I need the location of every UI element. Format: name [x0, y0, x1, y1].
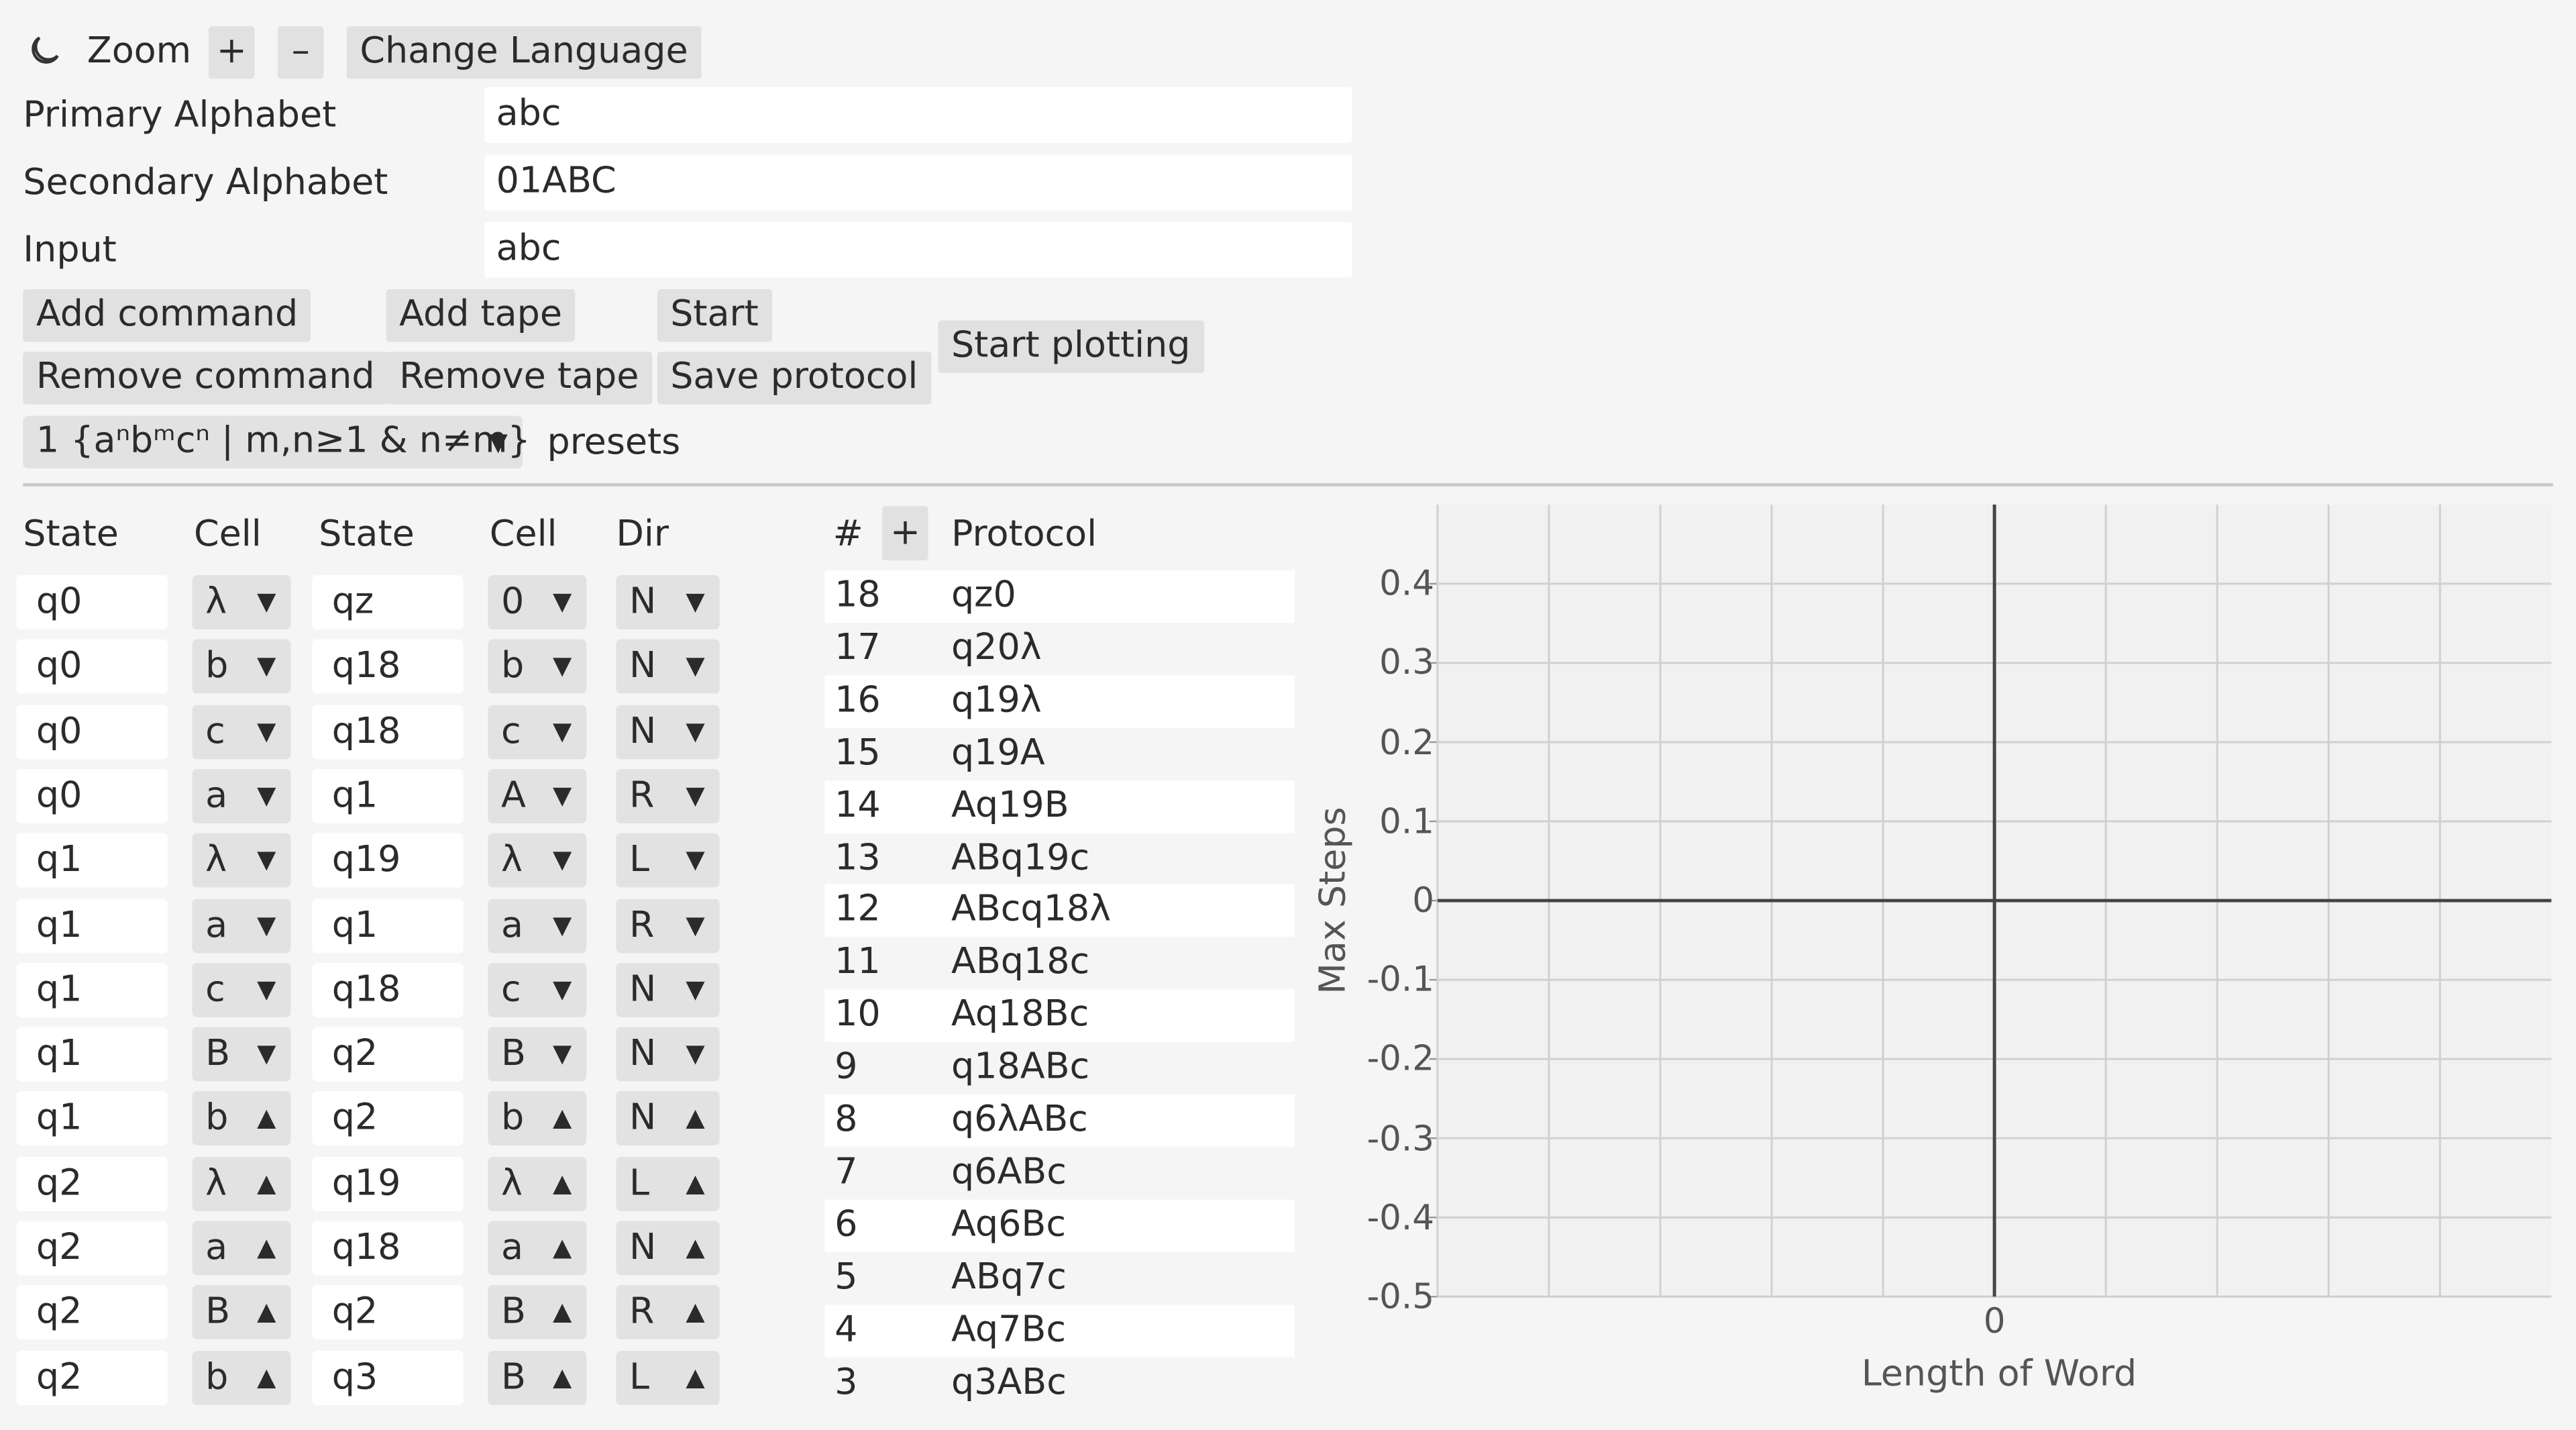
x-tick-label: 0 [1983, 1301, 2006, 1341]
y-tick-label: -0.2 [1366, 1039, 1434, 1079]
y-axis-label: Max Steps [1313, 807, 1355, 994]
x-axis-label: Length of Word [1861, 1354, 2137, 1396]
y-tick-label: 0.4 [1379, 564, 1434, 604]
steps-chart [1429, 504, 2552, 1298]
y-tick-label: -0.3 [1366, 1118, 1434, 1158]
y-tick-label: 0.3 [1379, 643, 1434, 683]
y-tick-label: -0.5 [1366, 1276, 1434, 1317]
y-tick-label: -0.4 [1366, 1197, 1434, 1237]
y-tick-label: 0.2 [1379, 722, 1434, 762]
